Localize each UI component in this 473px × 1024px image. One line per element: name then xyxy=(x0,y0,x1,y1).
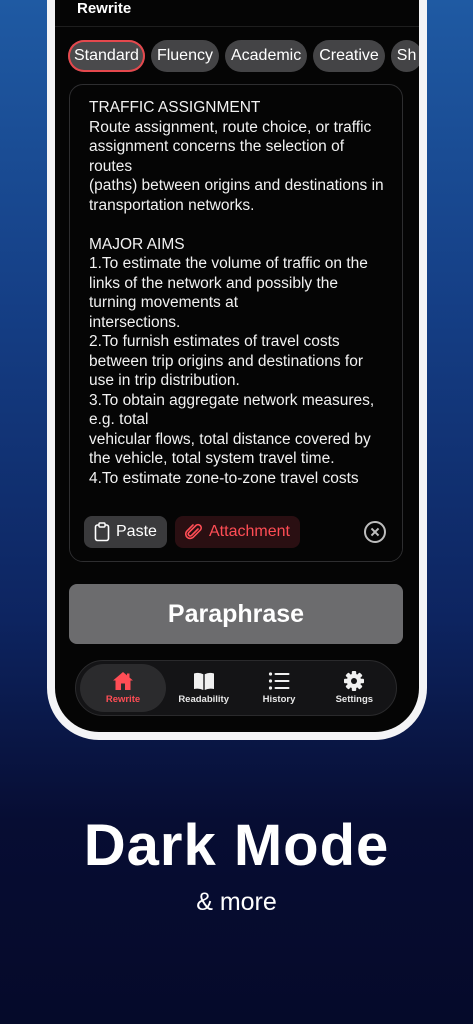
book-icon xyxy=(193,672,214,690)
input-text-area[interactable]: TRAFFIC ASSIGNMENT Route assignment, rou… xyxy=(89,98,389,508)
tab-settings[interactable]: Settings xyxy=(317,664,392,712)
clipboard-icon xyxy=(94,522,110,542)
header-divider xyxy=(55,26,419,27)
mode-chip-standard[interactable]: Standard xyxy=(68,40,145,72)
promo-subtitle: & more xyxy=(196,888,277,916)
mode-chip-academic[interactable]: Academic xyxy=(224,40,308,72)
attachment-button[interactable]: Attachment xyxy=(175,516,300,548)
page-title: Rewrite xyxy=(77,0,132,17)
tab-readability-label: Readability xyxy=(178,694,229,705)
house-icon xyxy=(113,672,133,690)
paraphrase-button[interactable]: Paraphrase xyxy=(69,584,403,644)
mode-chip-fluency[interactable]: Fluency xyxy=(150,40,219,72)
tab-history[interactable]: History xyxy=(241,664,316,712)
gear-icon xyxy=(344,671,365,691)
promo-title: Dark Mode xyxy=(83,813,390,878)
text-editor[interactable]: TRAFFIC ASSIGNMENT Route assignment, rou… xyxy=(69,84,403,562)
bottom-tab-bar: Rewrite Readability History Settings xyxy=(75,660,397,716)
tab-readability[interactable]: Readability xyxy=(166,664,241,712)
clear-text-button[interactable] xyxy=(364,521,386,543)
mode-chip-creative[interactable]: Creative xyxy=(313,40,385,72)
tab-rewrite-label: Rewrite xyxy=(105,694,141,705)
list-icon xyxy=(268,672,290,690)
tab-history-label: History xyxy=(262,694,296,705)
paste-button-label: Paste xyxy=(116,523,157,540)
mode-selector: Standard Fluency Academic Creative Sh xyxy=(68,40,419,72)
tab-settings-label: Settings xyxy=(335,694,374,705)
mode-chip-partial[interactable]: Sh xyxy=(390,40,419,72)
phone-frame: Rewrite Standard Fluency Academic Creati… xyxy=(47,0,427,740)
attachment-button-label: Attachment xyxy=(209,523,290,540)
paste-button[interactable]: Paste xyxy=(84,516,167,548)
tab-rewrite[interactable]: Rewrite xyxy=(80,664,166,712)
paperclip-icon xyxy=(185,523,202,540)
app-screen: Rewrite Standard Fluency Academic Creati… xyxy=(55,0,419,732)
